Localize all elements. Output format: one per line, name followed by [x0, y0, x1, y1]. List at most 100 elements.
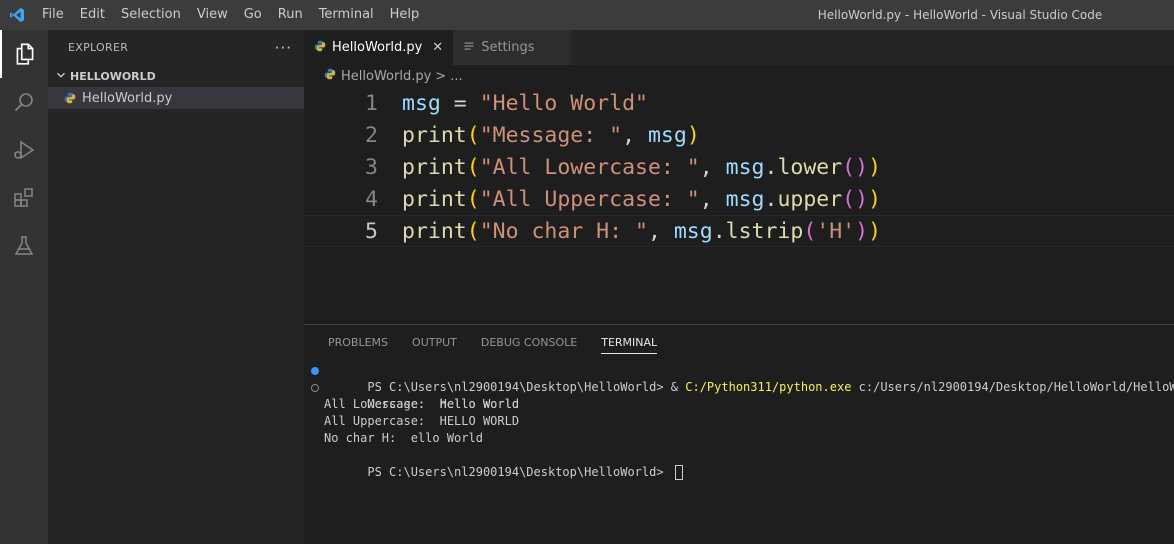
tab-problems[interactable]: PROBLEMS: [316, 325, 400, 360]
code-token: ): [868, 154, 882, 180]
code-token: "All Uppercase: ": [479, 186, 700, 212]
code-token: lstrip: [725, 218, 804, 244]
code-token: msg: [725, 186, 765, 212]
menu-help[interactable]: Help: [382, 0, 428, 30]
extensions-icon[interactable]: [0, 174, 48, 222]
title-bar: File Edit Selection View Go Run Terminal…: [0, 0, 1174, 30]
menu-edit[interactable]: Edit: [72, 0, 113, 30]
code-token: msg: [402, 90, 441, 116]
tab-label: Settings: [481, 40, 535, 55]
code-token: ,: [647, 218, 674, 244]
menu-file[interactable]: File: [34, 0, 72, 30]
code-line[interactable]: 3 print("All Lowercase: ", msg.lower()): [304, 151, 1174, 183]
code-token: (: [466, 186, 480, 212]
code-token: ): [686, 122, 700, 148]
code-token: lower: [777, 154, 843, 180]
file-label: HelloWorld.py: [82, 90, 173, 106]
code-token: ,: [699, 186, 726, 212]
code-token: ): [868, 186, 882, 212]
explorer-icon[interactable]: [0, 30, 48, 78]
editor-tabs: HelloWorld.py ✕ Settings: [304, 30, 1174, 65]
line-number: 1: [365, 90, 378, 116]
run-debug-icon[interactable]: [0, 126, 48, 174]
python-file-icon: [314, 40, 326, 56]
search-icon[interactable]: [0, 78, 48, 126]
menu-bar: File Edit Selection View Go Run Terminal…: [34, 0, 427, 30]
more-actions-icon[interactable]: ···: [275, 39, 292, 57]
tab-terminal[interactable]: TERMINAL: [589, 325, 669, 360]
code-text: print("No char H: ", msg.lstrip('H')): [402, 219, 881, 244]
terminal-cursor: [674, 465, 683, 480]
vscode-logo-icon: [0, 0, 34, 30]
code-token: 'H': [816, 218, 856, 244]
code-token: (: [466, 218, 480, 244]
code-token: print: [402, 154, 467, 180]
code-token: .: [764, 154, 778, 180]
terminal-prompt-line: PS C:\Users\nl2900194\Desktop\HelloWorld…: [304, 447, 1174, 480]
terminal-output-line: Message: Hello World: [304, 379, 1174, 411]
menu-go[interactable]: Go: [236, 0, 270, 30]
code-line[interactable]: 4 print("All Uppercase: ", msg.upper()): [304, 183, 1174, 215]
menu-run[interactable]: Run: [270, 0, 311, 30]
code-token: "Hello World": [479, 90, 648, 116]
terminal[interactable]: PS C:\Users\nl2900194\Desktop\HelloWorld…: [304, 362, 1174, 480]
command-decoration-dot-icon[interactable]: [311, 384, 319, 392]
tab-helloworld-py[interactable]: HelloWorld.py ✕: [304, 30, 454, 65]
code-token: ): [855, 218, 869, 244]
editor-area: HelloWorld.py ✕ Settings HelloWorld.py >…: [304, 30, 1174, 324]
terminal-output-line: No char H: ello World: [324, 431, 483, 445]
code-token: (: [466, 154, 480, 180]
folder-helloworld[interactable]: HELLOWORLD: [48, 65, 304, 87]
code-line[interactable]: 2 print("Message: ", msg): [304, 119, 1174, 151]
python-file-icon: [64, 89, 76, 108]
code-token: "All Lowercase: ": [479, 154, 700, 180]
tab-settings[interactable]: Settings: [453, 30, 572, 65]
line-number: 2: [365, 122, 378, 148]
code-token: print: [402, 122, 467, 148]
command-success-dot-icon[interactable]: [311, 367, 319, 375]
code-text: print("All Lowercase: ", msg.lower()): [402, 155, 881, 180]
testing-icon[interactable]: [0, 222, 48, 270]
breadcrumb-file[interactable]: HelloWorld.py: [341, 69, 431, 84]
line-number: 5: [365, 218, 378, 244]
terminal-command-line: PS C:\Users\nl2900194\Desktop\HelloWorld…: [304, 362, 1174, 394]
breadcrumb-rest[interactable]: ...: [450, 69, 462, 84]
code-token: msg: [647, 122, 687, 148]
code-token: .: [764, 186, 778, 212]
chevron-down-icon: [54, 67, 68, 86]
tab-debug-console[interactable]: DEBUG CONSOLE: [469, 325, 589, 360]
tab-label: HelloWorld.py: [332, 40, 423, 55]
settings-list-icon: [463, 40, 475, 56]
line-number: 4: [365, 186, 378, 212]
code-token: =: [440, 90, 480, 116]
explorer-sidebar: EXPLORER ··· HELLOWORLD HelloWorld.py: [48, 30, 304, 544]
sidebar-header: EXPLORER ···: [48, 30, 304, 65]
code-editor[interactable]: 1 msg = "Hello World" 2 print("Message: ", …: [304, 87, 1174, 247]
code-token: (): [842, 186, 869, 212]
terminal-prompt: PS C:\Users\nl2900194\Desktop\HelloWorld…: [367, 465, 671, 479]
code-token: ): [868, 218, 882, 244]
bottom-panel: PROBLEMS OUTPUT DEBUG CONSOLE TERMINAL P…: [304, 324, 1174, 544]
code-line[interactable]: 1 msg = "Hello World": [304, 87, 1174, 119]
code-token: "No char H: ": [479, 218, 648, 244]
code-token: print: [402, 186, 467, 212]
code-token: upper: [777, 186, 843, 212]
code-text: msg = "Hello World": [402, 91, 648, 116]
menu-terminal[interactable]: Terminal: [311, 0, 382, 30]
tab-output[interactable]: OUTPUT: [400, 325, 469, 360]
code-token: msg: [673, 218, 713, 244]
activity-bar: [0, 30, 48, 544]
code-text: print("All Uppercase: ", msg.upper()): [402, 187, 881, 212]
menu-selection[interactable]: Selection: [113, 0, 189, 30]
code-line[interactable]: 5 print("No char H: ", msg.lstrip('H')): [304, 215, 1174, 247]
folder-label: HELLOWORLD: [70, 69, 156, 83]
code-token: (: [803, 218, 817, 244]
file-item-helloworld-py[interactable]: HelloWorld.py: [48, 87, 304, 109]
code-token: "Message: ": [479, 122, 623, 148]
menu-view[interactable]: View: [189, 0, 236, 30]
close-icon[interactable]: ✕: [432, 40, 443, 55]
terminal-output-line: All Uppercase: HELLO WORLD: [324, 414, 520, 428]
code-token: print: [402, 218, 467, 244]
window-title: HelloWorld.py - HelloWorld - Visual Stud…: [817, 8, 1103, 22]
code-token: ,: [699, 154, 726, 180]
